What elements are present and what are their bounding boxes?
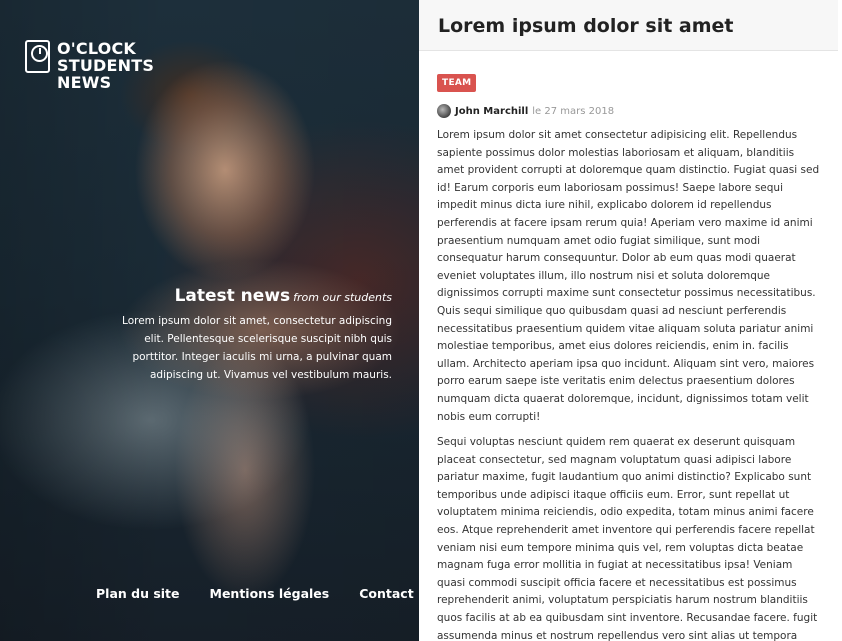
- article-header: Lorem ipsum dolor sit amet: [419, 0, 838, 51]
- hero-panel: O'CLOCK STUDENTS NEWS Latest news from ou…: [0, 0, 419, 641]
- clock-icon: [25, 40, 50, 73]
- latest-news-text: Lorem ipsum dolor sit amet, consectetur …: [122, 315, 392, 381]
- footer-link-mentions-legales[interactable]: Mentions légales: [210, 586, 330, 601]
- category-badge[interactable]: TEAM: [437, 74, 477, 92]
- article-paragraph-1: Lorem ipsum dolor sit amet consectetur a…: [437, 129, 820, 423]
- article-title: Lorem ipsum dolor sit amet: [438, 15, 734, 37]
- byline: John Marchill le 27 mars 2018: [437, 104, 820, 118]
- latest-news-heading: Latest news: [174, 286, 291, 306]
- latest-news-heading-row: Latest news from our students: [122, 286, 392, 306]
- author-name[interactable]: John Marchill: [455, 106, 528, 117]
- logo-line-3: NEWS: [57, 73, 112, 92]
- logo-line-2: STUDENTS: [57, 56, 155, 75]
- article-body: TEAM John Marchill le 27 mars 2018 Lorem…: [419, 51, 838, 641]
- publish-date: le 27 mars 2018: [532, 105, 615, 117]
- footer-link-plan-du-site[interactable]: Plan du site: [96, 586, 180, 601]
- footer-nav: Plan du site Mentions légales Contact: [96, 586, 414, 601]
- author-avatar: [437, 104, 451, 118]
- logo-text: O'CLOCK STUDENTS NEWS: [57, 40, 154, 91]
- latest-news-block: Latest news from our students Lorem ipsum…: [122, 286, 392, 384]
- logo-line-1: O'CLOCK: [57, 39, 137, 58]
- article-panel: Lorem ipsum dolor sit amet TEAM John Mar…: [419, 0, 838, 641]
- footer-link-contact[interactable]: Contact: [359, 586, 413, 601]
- article-paragraph-2: Sequi voluptas nesciunt quidem rem quaer…: [437, 436, 818, 641]
- site-logo[interactable]: O'CLOCK STUDENTS NEWS: [25, 40, 154, 91]
- latest-news-subheading: from our students: [293, 291, 392, 304]
